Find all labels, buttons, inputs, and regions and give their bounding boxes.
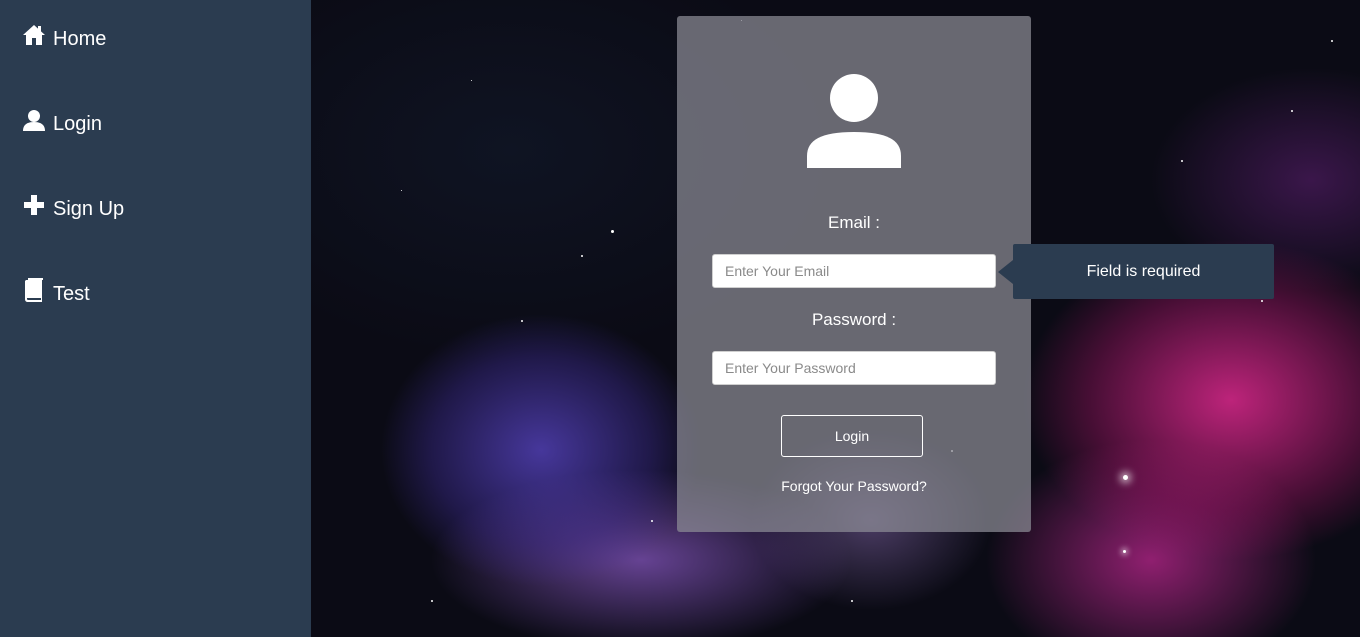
plus-icon (21, 192, 47, 218)
user-avatar-icon (807, 74, 901, 168)
sidebar-item-test[interactable]: Test (0, 273, 311, 358)
sidebar-item-login[interactable]: Login (0, 103, 311, 188)
password-label: Password : (811, 310, 897, 329)
validation-tooltip: Field is required (1013, 244, 1274, 299)
login-card: Email : Password : Login Forgot Your Pas… (677, 16, 1031, 532)
sidebar-item-home[interactable]: Home (0, 18, 311, 103)
sidebar: Home Login Sign Up Test (0, 0, 311, 637)
sidebar-item-label: Test (53, 283, 90, 305)
password-field[interactable] (712, 351, 996, 385)
sidebar-item-label: Login (53, 113, 102, 135)
email-field[interactable] (712, 254, 996, 288)
user-icon (21, 107, 47, 133)
book-icon (21, 277, 47, 303)
tooltip-arrow (998, 260, 1013, 284)
email-label: Email : (828, 213, 880, 232)
login-button[interactable]: Login (781, 415, 923, 457)
home-icon (21, 22, 47, 48)
tooltip-message: Field is required (1086, 262, 1201, 280)
sidebar-item-label: Home (53, 28, 107, 50)
forgot-password-link[interactable]: Forgot Your Password? (677, 478, 1031, 494)
sidebar-item-label: Sign Up (53, 198, 125, 220)
sidebar-item-sign-up[interactable]: Sign Up (0, 188, 311, 273)
